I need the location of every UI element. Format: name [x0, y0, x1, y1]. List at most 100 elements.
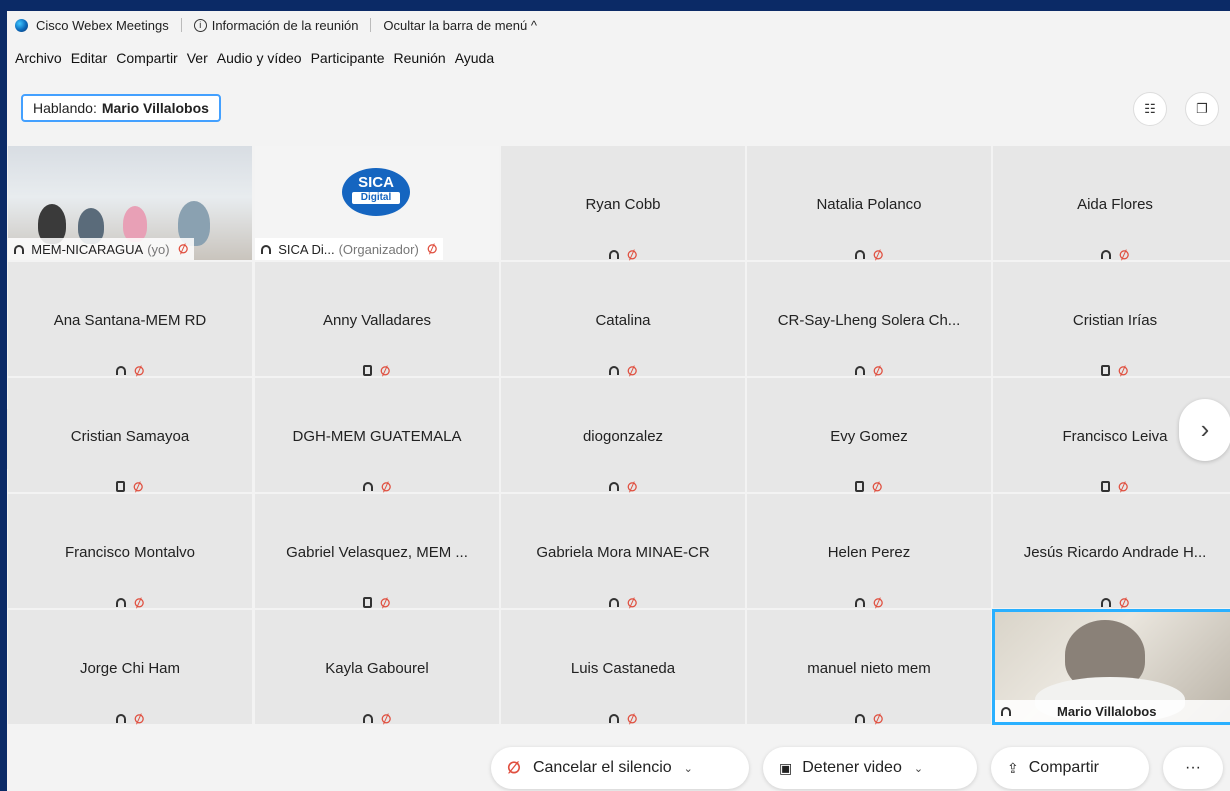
menu-ayuda[interactable]: Ayuda — [455, 50, 494, 72]
next-page-icon[interactable]: › — [1179, 399, 1230, 461]
participant-status: ∅ — [501, 246, 745, 263]
participant-tile[interactable]: SICA Digital SICA Di... (Organizador) ∅ — [254, 145, 500, 261]
participant-tile[interactable]: manuel nieto mem ∅ — [746, 609, 992, 727]
more-options-button[interactable]: ··· — [1163, 747, 1223, 789]
unmute-button[interactable]: ∅ Cancelar el silencio ⌄ — [491, 747, 749, 789]
sica-logo: SICA Digital — [342, 168, 410, 216]
tile-label: Mario Villalobos — [995, 700, 1230, 722]
participant-tile[interactable]: CR-Say-Lheng Solera Ch... ∅ — [746, 261, 992, 379]
title-bar: Cisco Webex Meetings i Información de la… — [7, 11, 1230, 39]
webex-logo-icon — [15, 18, 28, 32]
participant-tile[interactable]: Evy Gomez ∅ — [746, 377, 992, 495]
headset-icon — [854, 250, 865, 260]
speaking-name: Mario Villalobos — [101, 100, 209, 116]
participant-name: Evy Gomez — [830, 428, 908, 445]
chevron-down-icon[interactable]: ⌄ — [914, 762, 923, 775]
muted-mic-icon: ∅ — [625, 710, 639, 727]
participant-name: Francisco Montalvo — [64, 544, 196, 561]
participant-status: ∅ — [993, 478, 1230, 495]
headset-icon — [854, 714, 865, 724]
participant-tile[interactable]: Cristian Irías ∅ — [992, 261, 1230, 379]
participant-tile[interactable]: Aida Flores ∅ — [992, 145, 1230, 263]
muted-mic-icon: ∅ — [379, 710, 393, 727]
participant-tile[interactable]: Kayla Gabourel ∅ — [254, 609, 500, 727]
headset-icon — [1001, 706, 1011, 716]
participant-status: ∅ — [747, 478, 991, 495]
chevron-down-icon[interactable]: ⌄ — [684, 762, 693, 775]
participant-tile[interactable]: MEM-NICARAGUA (yo) ∅ — [7, 145, 253, 261]
participant-name: Gabriela Mora MINAE-CR — [536, 544, 710, 561]
participant-name: Gabriel Velasquez, MEM ... — [286, 544, 468, 561]
headset-icon — [115, 714, 126, 724]
phone-icon — [1101, 365, 1111, 377]
menu-participante[interactable]: Participante — [311, 50, 385, 72]
divider — [180, 18, 182, 32]
active-speaker-badge: Hablando: Mario Villalobos — [21, 94, 221, 122]
hide-menu-bar-link[interactable]: Ocultar la barra de menú ^ — [383, 18, 537, 33]
share-icon: ⇪ — [1007, 759, 1019, 776]
participant-name: Cristian Samayoa — [70, 428, 190, 445]
menu-ver[interactable]: Ver — [187, 50, 208, 72]
menu-reunion[interactable]: Reunión — [394, 50, 446, 72]
headset-icon — [608, 598, 619, 608]
grid-layout-icon[interactable]: ☷ — [1133, 92, 1167, 126]
participant-name: diogonzalez — [582, 428, 664, 445]
popout-window-icon[interactable]: ❐ — [1185, 92, 1219, 126]
participant-name: Jorge Chi Ham — [79, 660, 181, 677]
participant-status: ∅ — [993, 362, 1230, 379]
menu-audio-video[interactable]: Audio y vídeo — [217, 50, 302, 72]
headset-icon — [1100, 250, 1111, 260]
participant-status: ∅ — [993, 594, 1230, 611]
participant-tile[interactable]: Jesús Ricardo Andrade H... ∅ — [992, 493, 1230, 611]
participant-name: Catalina — [595, 312, 651, 329]
participant-tile[interactable]: Catalina ∅ — [500, 261, 746, 379]
muted-mic-icon: ∅ — [132, 710, 146, 727]
info-icon[interactable]: i — [193, 18, 207, 32]
participant-tile[interactable]: Luis Castaneda ∅ — [500, 609, 746, 727]
headset-icon — [854, 366, 865, 376]
participant-tile[interactable]: Gabriel Velasquez, MEM ... ∅ — [254, 493, 500, 611]
headset-icon — [608, 366, 619, 376]
participant-status: ∅ — [993, 246, 1230, 263]
participant-tile[interactable]: Gabriela Mora MINAE-CR ∅ — [500, 493, 746, 611]
participant-name: Helen Perez — [827, 544, 911, 561]
participant-tile[interactable]: Ana Santana-MEM RD ∅ — [7, 261, 253, 379]
participant-name: manuel nieto mem — [807, 660, 931, 677]
participant-tile[interactable]: diogonzalez ∅ — [500, 377, 746, 495]
menu-archivo[interactable]: Archivo — [15, 50, 62, 72]
share-button[interactable]: ⇪ Compartir — [991, 747, 1149, 789]
stop-video-button[interactable]: ▣ Detener video ⌄ — [763, 747, 977, 789]
stop-video-label: Detener video — [802, 759, 902, 776]
headset-icon — [261, 244, 271, 254]
participant-status: ∅ — [747, 362, 991, 379]
participant-name: MEM-NICARAGUA — [31, 241, 144, 257]
participant-tag: (Organizador) — [338, 241, 419, 257]
participant-tile[interactable]: Ryan Cobb ∅ — [500, 145, 746, 263]
headset-icon — [608, 250, 619, 260]
participant-tile[interactable]: DGH-MEM GUATEMALA ∅ — [254, 377, 500, 495]
participant-tile[interactable]: Francisco Montalvo ∅ — [7, 493, 253, 611]
participant-name: Mario Villalobos — [1057, 703, 1157, 719]
participant-name: Aida Flores — [1077, 196, 1153, 213]
participant-tile[interactable]: Natalia Polanco ∅ — [746, 145, 992, 263]
participant-tile[interactable]: Cristian Samayoa ∅ — [7, 377, 253, 495]
video-figure — [123, 206, 147, 242]
menu-compartir[interactable]: Compartir — [116, 50, 177, 72]
participant-status: ∅ — [501, 478, 745, 495]
participant-tile[interactable]: Mario Villalobos — [992, 609, 1230, 725]
participant-tile[interactable]: Anny Valladares ∅ — [254, 261, 500, 379]
participant-status: ∅ — [255, 710, 499, 727]
webex-window: Cisco Webex Meetings i Información de la… — [7, 11, 1230, 791]
unmute-label: Cancelar el silencio — [532, 759, 672, 776]
menu-editar[interactable]: Editar — [71, 50, 108, 72]
muted-mic-icon: ∅ — [425, 240, 439, 258]
participant-grid: MEM-NICARAGUA (yo) ∅ SICA Digital SICA Di...… — [7, 145, 1230, 727]
participant-status: ∅ — [8, 710, 252, 727]
headset-icon — [854, 598, 865, 608]
phone-icon — [1101, 481, 1111, 493]
participant-tile[interactable]: Helen Perez ∅ — [746, 493, 992, 611]
headset-icon — [115, 598, 126, 608]
meeting-info-link[interactable]: Información de la reunión — [212, 18, 359, 33]
muted-mic-icon: ∅ — [871, 710, 885, 727]
participant-tile[interactable]: Jorge Chi Ham ∅ — [7, 609, 253, 727]
